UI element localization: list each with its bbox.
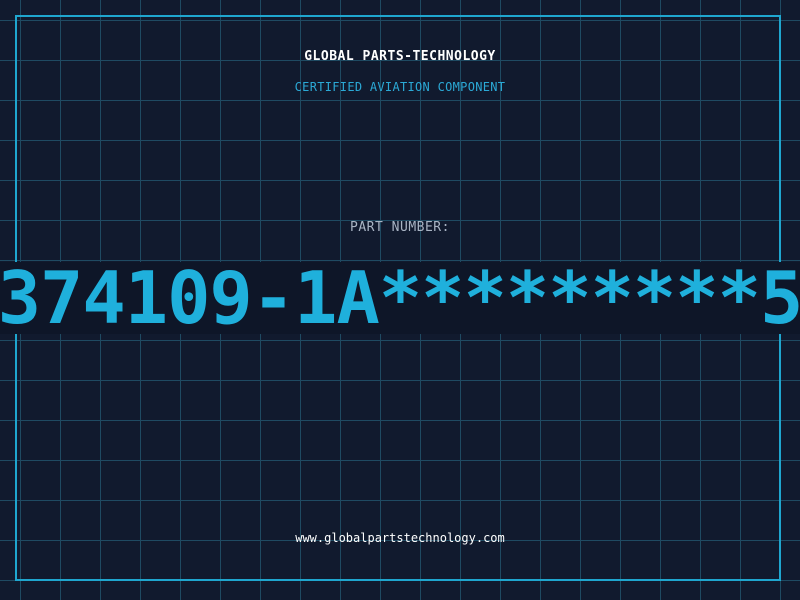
part-number-band: 374109-1A*********5: [0, 262, 800, 334]
company-name: GLOBAL PARTS-TECHNOLOGY: [304, 49, 496, 64]
part-number-value: 374109-1A*********5: [0, 262, 800, 334]
website-url: www.globalpartstechnology.com: [295, 531, 505, 545]
certification-tagline: CERTIFIED AVIATION COMPONENT: [294, 80, 506, 94]
part-number-label: PART NUMBER:: [350, 220, 450, 235]
